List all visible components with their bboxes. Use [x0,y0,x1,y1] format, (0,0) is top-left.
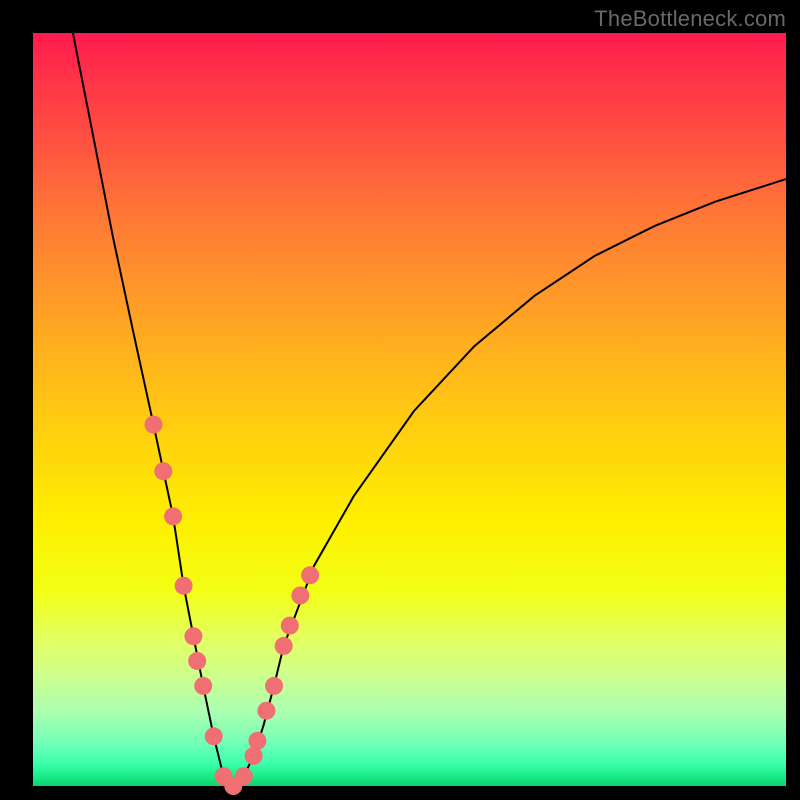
sample-dot [205,727,223,745]
sample-dot [154,462,172,480]
sample-dot [235,767,253,785]
sample-dot [145,416,163,434]
sample-dots [145,416,320,795]
sample-dot [281,617,299,635]
watermark-text: TheBottleneck.com [594,6,786,32]
sample-dot [291,587,309,605]
sample-dot [184,627,202,645]
sample-dot [245,747,263,765]
sample-dot [257,702,275,720]
sample-dot [164,507,182,525]
bottleneck-curve [73,33,786,786]
sample-dot [275,637,293,655]
chart-frame: TheBottleneck.com [0,0,800,800]
sample-dot [194,677,212,695]
sample-dot [248,732,266,750]
sample-dot [265,677,283,695]
sample-dot [301,566,319,584]
sample-dot [188,652,206,670]
sample-dot [175,577,193,595]
plot-area [33,33,786,786]
curve-svg [33,33,786,786]
